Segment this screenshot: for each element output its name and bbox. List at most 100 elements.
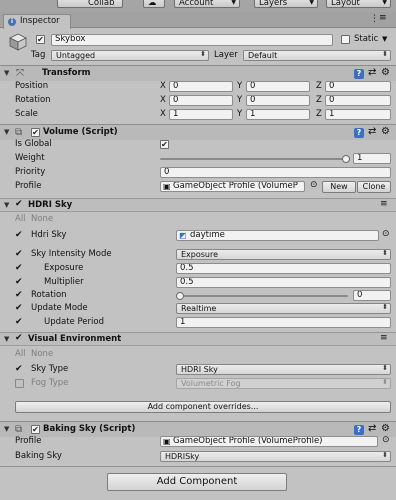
multiplier-field[interactable]: 0.5 — [176, 277, 391, 288]
weight-slider-knob[interactable] — [342, 155, 350, 163]
add-component-overrides-button[interactable]: Add component overrides... — [15, 401, 391, 413]
script-icon: ⧉ — [15, 127, 23, 138]
help-icon[interactable]: ? — [354, 69, 364, 79]
menu-icon[interactable]: ⋮ — [370, 14, 379, 24]
update-mode-override-check-icon[interactable]: ✔ — [15, 303, 23, 313]
object-picker-icon[interactable]: ⊙ — [310, 180, 318, 190]
expand-triangle-icon[interactable]: ▼ — [4, 128, 9, 136]
is-global-label: Is Global — [15, 139, 52, 149]
position-z-field[interactable]: 0 — [325, 81, 391, 92]
profile-object-field[interactable]: ▣ GameObject Profile (VolumeP — [160, 181, 305, 192]
baking-profile-object-field[interactable]: ▣ GameObject Profile (VolumeProfile) — [160, 436, 378, 447]
expand-triangle-icon[interactable]: ▼ — [4, 201, 9, 209]
update-period-field[interactable]: 1 — [176, 317, 391, 328]
static-dropdown-arrow-icon[interactable]: ▼ — [382, 35, 387, 43]
preset-icon[interactable]: ⇄ — [368, 126, 376, 137]
sky-rotation-slider-track[interactable] — [176, 295, 348, 297]
is-global-checkbox[interactable]: ✔ — [160, 140, 169, 149]
settings-gear-icon[interactable]: ⚙ — [381, 423, 390, 434]
expand-triangle-icon[interactable]: ▼ — [4, 335, 9, 343]
gameobject-name-field[interactable]: Skybox — [51, 34, 333, 46]
sky-intensity-mode-dropdown[interactable]: Exposure ⬍ — [176, 249, 391, 260]
volume-header[interactable]: ▼ ⧉ ✔ Volume (Script) ? ⇄ ⚙ — [0, 124, 396, 140]
sky-type-label: Sky Type — [31, 364, 69, 374]
baking-sky-dropdown[interactable]: HDRISky ⬍ — [160, 451, 391, 462]
tag-dropdown[interactable]: Untagged ⬍ — [51, 50, 209, 61]
fog-type-dropdown[interactable]: Volumetric Fog ⬍ — [176, 378, 391, 389]
hdri-sky-enabled-check-icon[interactable]: ✔ — [15, 199, 23, 209]
settings-gear-icon[interactable]: ⚙ — [381, 67, 390, 78]
scale-y-field[interactable]: 1 — [246, 109, 310, 120]
help-icon[interactable]: ? — [354, 425, 364, 435]
visual-env-enabled-check-icon[interactable]: ✔ — [15, 333, 23, 343]
object-picker-icon[interactable]: ⊙ — [382, 229, 390, 239]
priority-field[interactable]: 0 — [160, 167, 391, 178]
volume-enabled-checkbox[interactable]: ✔ — [31, 128, 40, 137]
menu-lines-icon[interactable]: ≡ — [380, 199, 388, 209]
hdri-override-check-icon[interactable]: ✔ — [15, 230, 23, 240]
layers-label: Layers — [259, 0, 288, 8]
fog-type-value: Volumetric Fog — [181, 379, 241, 388]
fog-type-override-checkbox[interactable] — [15, 379, 24, 388]
expand-triangle-icon[interactable]: ▼ — [4, 69, 9, 77]
add-component-button[interactable]: Add Component — [107, 473, 287, 491]
baking-sky-header[interactable]: ▼ ⧉ ✔ Baking Sky (Script) ? ⇄ ⚙ — [0, 421, 396, 437]
static-checkbox[interactable] — [341, 35, 350, 44]
help-icon[interactable]: ? — [354, 128, 364, 138]
sky-type-override-check-icon[interactable]: ✔ — [15, 364, 23, 374]
multiplier-override-check-icon[interactable]: ✔ — [15, 277, 23, 287]
update-mode-dropdown[interactable]: Realtime ⬍ — [176, 303, 391, 314]
menu-lines-icon[interactable]: ≡ — [379, 13, 387, 23]
rotation-override-check-icon[interactable]: ✔ — [15, 290, 23, 300]
intensity-mode-override-check-icon[interactable]: ✔ — [15, 249, 23, 259]
all-toggle[interactable]: All — [15, 349, 26, 360]
none-toggle[interactable]: None — [31, 349, 53, 360]
hdri-sky-object-field[interactable]: ◩ daytime — [176, 230, 379, 241]
sky-rotation-slider-knob[interactable] — [176, 292, 184, 300]
scale-x-field[interactable]: 1 — [169, 109, 233, 120]
none-toggle[interactable]: None — [31, 214, 53, 225]
sky-type-dropdown[interactable]: HDRI Sky ⬍ — [176, 364, 391, 375]
object-picker-icon[interactable]: ⊙ — [382, 435, 390, 445]
visual-environment-header[interactable]: ▼ ✔ Visual Environment ≡ — [0, 332, 396, 346]
position-y-field[interactable]: 0 — [246, 81, 310, 92]
weight-slider-track[interactable] — [160, 158, 350, 160]
multiplier-label: Multiplier — [44, 277, 84, 287]
baking-sky-enabled-checkbox[interactable]: ✔ — [31, 425, 40, 434]
fog-type-label: Fog Type — [31, 378, 69, 388]
weight-field[interactable]: 1 — [353, 153, 391, 164]
update-period-value: 1 — [180, 317, 186, 327]
cloud-button[interactable]: ☁ — [143, 0, 165, 8]
layer-dropdown[interactable]: Default ⬍ — [243, 50, 391, 61]
scale-z-field[interactable]: 1 — [325, 109, 391, 120]
active-checkbox[interactable]: ✔ — [36, 35, 45, 44]
layout-dropdown[interactable]: Layout ▼ — [326, 0, 391, 8]
divider — [0, 466, 396, 467]
priority-label: Priority — [15, 167, 46, 177]
exposure-field[interactable]: 0.5 — [176, 263, 391, 274]
rotation-y-field[interactable]: 0 — [246, 95, 310, 106]
settings-gear-icon[interactable]: ⚙ — [381, 126, 390, 137]
rotation-z-axis: Z — [316, 95, 322, 105]
exposure-override-check-icon[interactable]: ✔ — [15, 263, 23, 273]
position-y-axis: Y — [237, 81, 243, 91]
account-dropdown[interactable]: Account ▼ — [174, 0, 240, 8]
update-period-override-check-icon[interactable]: ✔ — [15, 317, 23, 327]
new-profile-button[interactable]: New — [322, 181, 356, 193]
all-toggle[interactable]: All — [15, 214, 26, 225]
transform-header[interactable]: ▼ ⤧ Transform ? ⇄ ⚙ — [0, 65, 396, 81]
expand-triangle-icon[interactable]: ▼ — [4, 425, 9, 433]
scale-z-axis: Z — [316, 109, 322, 119]
collab-button[interactable]: Collab — [57, 0, 123, 8]
rotation-x-field[interactable]: 0 — [169, 95, 233, 106]
preset-icon[interactable]: ⇄ — [368, 423, 376, 434]
sky-rotation-field[interactable]: 0 — [353, 290, 391, 301]
tab-inspector[interactable]: i Inspector — [3, 14, 71, 29]
position-x-field[interactable]: 0 — [169, 81, 233, 92]
hdri-sky-header[interactable]: ▼ ✔ HDRI Sky ≡ — [0, 198, 396, 212]
rotation-z-field[interactable]: 0 — [325, 95, 391, 106]
menu-lines-icon[interactable]: ≡ — [380, 333, 388, 343]
clone-profile-button[interactable]: Clone — [357, 181, 391, 193]
preset-icon[interactable]: ⇄ — [368, 67, 376, 78]
layers-dropdown[interactable]: Layers ▼ — [254, 0, 318, 8]
